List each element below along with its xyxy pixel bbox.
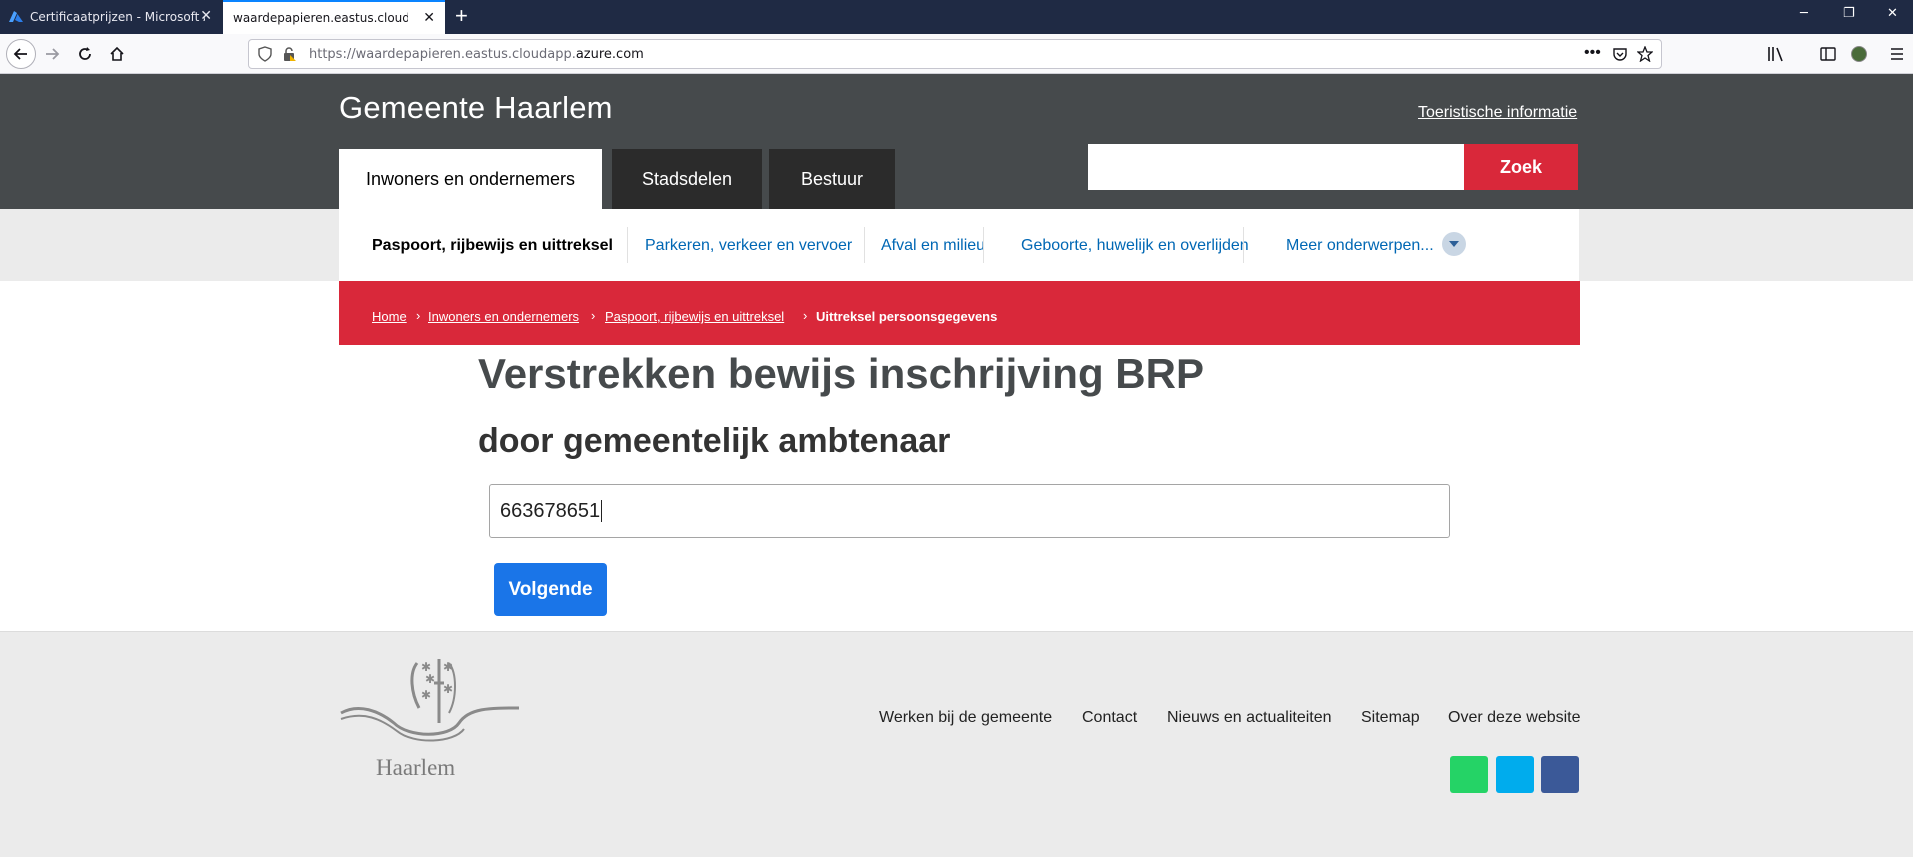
search-input[interactable] xyxy=(1088,144,1464,190)
bsn-input-value: 663678651 xyxy=(500,499,601,522)
tab-title: Certificaatprijzen - Microsoft Azure xyxy=(30,10,205,24)
breadcrumb-paspoort[interactable]: Paspoort, rijbewijs en uittreksel xyxy=(605,309,784,324)
tab-title: waardepapieren.eastus.cloudapp.azure.com xyxy=(233,11,408,25)
whatsapp-icon[interactable] xyxy=(1450,756,1488,793)
tourist-info-link[interactable]: Toeristische informatie xyxy=(1418,104,1577,122)
browser-tabstrip: Certificaatprijzen - Microsoft Azure ✕ w… xyxy=(0,0,1913,34)
shield-icon[interactable] xyxy=(257,46,273,62)
home-button[interactable] xyxy=(105,42,129,66)
facebook-icon[interactable] xyxy=(1541,756,1579,793)
browser-tab-certificaatprijzen[interactable]: Certificaatprijzen - Microsoft Azure ✕ xyxy=(0,0,222,34)
hamburger-menu-icon[interactable] xyxy=(1889,46,1905,62)
insecure-lock-icon[interactable] xyxy=(281,46,297,62)
next-button[interactable]: Volgende xyxy=(494,563,607,616)
tab-inwoners-en-ondernemers[interactable]: Inwoners en ondernemers xyxy=(339,149,602,209)
restore-icon[interactable]: ❐ xyxy=(1843,6,1855,21)
subnav-divider xyxy=(1243,227,1244,263)
close-tab-icon[interactable]: ✕ xyxy=(200,9,212,23)
breadcrumb-home[interactable]: Home xyxy=(372,309,407,324)
more-topics-toggle[interactable] xyxy=(1442,232,1466,256)
azure-icon xyxy=(9,11,23,22)
bsn-input[interactable]: 663678651 xyxy=(489,484,1450,538)
arrow-left-icon xyxy=(13,48,27,60)
tab-stadsdelen[interactable]: Stadsdelen xyxy=(612,149,762,209)
bookmark-star-icon[interactable] xyxy=(1637,46,1653,62)
svg-text:✱: ✱ xyxy=(421,688,431,702)
browser-tab-waardepapieren[interactable]: waardepapieren.eastus.cloudapp.azure.com… xyxy=(223,0,445,34)
browser-navbar: https://waardepapieren.eastus.cloudapp.a… xyxy=(0,34,1913,74)
haarlem-coat-of-arms-logo[interactable]: ✱ ✱ ✱ ✱ ✱ xyxy=(339,653,521,749)
site-header: Gemeente Haarlem Toeristische informatie… xyxy=(0,74,1913,209)
subnav-divider xyxy=(627,227,628,263)
chevron-down-icon xyxy=(1449,241,1459,247)
library-icon[interactable] xyxy=(1767,46,1785,62)
new-tab-icon[interactable]: + xyxy=(455,4,468,28)
reload-button[interactable] xyxy=(73,42,97,66)
chevron-right-icon: › xyxy=(591,308,596,323)
svg-text:✱: ✱ xyxy=(443,682,453,696)
footer-link-werken[interactable]: Werken bij de gemeente xyxy=(879,709,1052,727)
breadcrumb-inwoners[interactable]: Inwoners en ondernemers xyxy=(428,309,579,324)
close-window-icon[interactable]: ✕ xyxy=(1887,6,1898,21)
footer-link-contact[interactable]: Contact xyxy=(1082,709,1137,727)
breadcrumb-current: Uittreksel persoonsgegevens xyxy=(816,309,998,324)
page-subtitle: door gemeentelijk ambtenaar xyxy=(478,422,951,460)
sidebar-icon[interactable] xyxy=(1820,46,1836,62)
back-button[interactable] xyxy=(6,39,36,69)
footer-logo-text: Haarlem xyxy=(376,755,456,780)
footer-link-sitemap[interactable]: Sitemap xyxy=(1361,709,1420,727)
subnav-divider xyxy=(983,227,984,263)
site-logo[interactable]: Gemeente Haarlem xyxy=(339,90,613,126)
subnav-item-parkeren[interactable]: Parkeren, verkeer en vervoer xyxy=(645,237,852,255)
minimize-icon[interactable]: ─ xyxy=(1800,6,1808,21)
address-bar[interactable]: https://waardepapieren.eastus.cloudapp.a… xyxy=(248,39,1662,69)
breadcrumb: Home › Inwoners en ondernemers › Paspoor… xyxy=(339,281,1580,345)
subnav-item-paspoort[interactable]: Paspoort, rijbewijs en uittreksel xyxy=(372,237,613,255)
chevron-right-icon: › xyxy=(416,308,421,323)
account-avatar-icon[interactable] xyxy=(1851,46,1867,62)
chevron-right-icon: › xyxy=(803,308,808,323)
home-icon xyxy=(110,46,124,61)
svg-text:✱: ✱ xyxy=(425,672,435,686)
footer-link-nieuws[interactable]: Nieuws en actualiteiten xyxy=(1167,709,1332,727)
arrow-right-icon xyxy=(46,48,60,60)
subnav: Paspoort, rijbewijs en uittreksel Parker… xyxy=(339,209,1579,281)
url-text: https://waardepapieren.eastus.cloudapp.a… xyxy=(309,47,644,62)
forward-button[interactable] xyxy=(40,42,64,66)
close-tab-icon[interactable]: ✕ xyxy=(423,11,435,25)
footer: ✱ ✱ ✱ ✱ ✱ Haarlem Werken bij de gemeente… xyxy=(0,631,1913,857)
tab-bestuur[interactable]: Bestuur xyxy=(769,149,895,209)
reload-icon xyxy=(79,47,91,60)
twitter-icon[interactable] xyxy=(1496,756,1534,793)
subnav-item-meer[interactable]: Meer onderwerpen... xyxy=(1286,237,1434,255)
subnav-item-afval[interactable]: Afval en milieu xyxy=(881,237,985,255)
text-caret xyxy=(601,500,603,522)
subnav-item-geboorte[interactable]: Geboorte, huwelijk en overlijden xyxy=(1021,237,1249,255)
more-actions-icon[interactable]: ••• xyxy=(1584,44,1601,62)
page-title: Verstrekken bewijs inschrijving BRP xyxy=(478,350,1204,397)
pocket-icon[interactable] xyxy=(1612,46,1628,62)
search-button[interactable]: Zoek xyxy=(1464,144,1578,190)
subnav-divider xyxy=(864,227,865,263)
footer-link-over[interactable]: Over deze website xyxy=(1448,709,1581,727)
